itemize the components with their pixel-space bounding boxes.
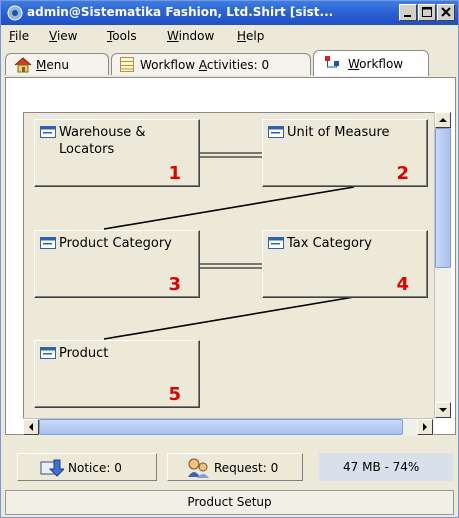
node-number: 4 <box>396 274 409 295</box>
title-bar[interactable]: admin@Sistematika Fashion, Ltd.Shirt [si… <box>1 1 458 25</box>
workflow-node-product-category[interactable]: Product Category 3 <box>34 230 200 298</box>
request-button[interactable]: Request: 0 <box>167 453 303 481</box>
menu-view[interactable]: View <box>49 29 77 43</box>
tab-workflow-activities[interactable]: Workflow Activities: 0 <box>111 53 311 75</box>
node-number: 5 <box>168 384 181 405</box>
scroll-left-button[interactable] <box>23 419 39 435</box>
maximize-button[interactable] <box>418 4 436 21</box>
tab-strip: Menu Workflow Activities: 0 Workflow <box>1 47 458 77</box>
status-bar: Notice: 0 Request: 0 47 MB - 74% <box>1 447 458 487</box>
connector-2-3 <box>103 186 355 230</box>
tab-menu[interactable]: Menu <box>5 53 109 75</box>
arrow-up-icon <box>439 118 447 122</box>
window-node-icon <box>268 237 284 249</box>
node-number: 1 <box>168 163 181 184</box>
workflow-node-unit-of-measure[interactable]: Unit of Measure 2 <box>262 119 428 187</box>
window-node-icon <box>40 237 56 249</box>
node-number: 3 <box>168 274 181 295</box>
horizontal-scrollbar[interactable] <box>23 418 434 436</box>
menu-tools[interactable]: Tools <box>107 29 137 43</box>
app-icon <box>7 5 23 21</box>
vertical-scroll-thumb[interactable] <box>435 128 451 268</box>
scroll-down-button[interactable] <box>435 402 451 418</box>
minimize-button[interactable] <box>399 4 417 21</box>
menu-window[interactable]: Window <box>167 29 214 43</box>
close-button[interactable] <box>437 4 455 21</box>
connector-4-5 <box>103 296 355 340</box>
node-number: 2 <box>396 163 409 184</box>
arrow-right-icon <box>423 423 427 431</box>
workflow-icon <box>325 56 339 68</box>
menu-file[interactable]: File <box>9 29 29 43</box>
status-footer: Product Setup <box>5 490 454 515</box>
arrow-left-icon <box>29 423 33 431</box>
window-node-icon <box>40 126 56 138</box>
workflow-node-tax-category[interactable]: Tax Category 4 <box>262 230 428 298</box>
activities-icon <box>120 57 134 72</box>
window-node-icon <box>268 126 284 138</box>
notice-icon <box>40 459 64 477</box>
app-window: admin@Sistematika Fashion, Ltd.Shirt [si… <box>0 0 459 518</box>
memory-indicator[interactable]: 47 MB - 74% <box>319 453 453 481</box>
workflow-node-warehouse[interactable]: Warehouse & Locators 1 <box>34 119 200 187</box>
menu-bar: File View Tools Window Help <box>1 25 458 47</box>
home-icon <box>14 57 32 73</box>
workflow-canvas: Warehouse & Locators 1 Unit of Measure 2… <box>23 112 434 418</box>
arrow-down-icon <box>439 408 447 412</box>
window-node-icon <box>40 347 56 359</box>
menu-help[interactable]: Help <box>237 29 264 43</box>
vertical-scrollbar[interactable] <box>434 112 451 418</box>
scroll-up-button[interactable] <box>435 112 451 128</box>
horizontal-scroll-thumb[interactable] <box>39 419 403 435</box>
request-icon <box>188 458 209 478</box>
tab-workflow[interactable]: Workflow <box>313 50 429 76</box>
workflow-node-product[interactable]: Product 5 <box>34 340 200 408</box>
scroll-right-button[interactable] <box>417 419 433 435</box>
window-title: admin@Sistematika Fashion, Ltd.Shirt [si… <box>27 5 334 19</box>
notice-button[interactable]: Notice: 0 <box>17 453 157 481</box>
